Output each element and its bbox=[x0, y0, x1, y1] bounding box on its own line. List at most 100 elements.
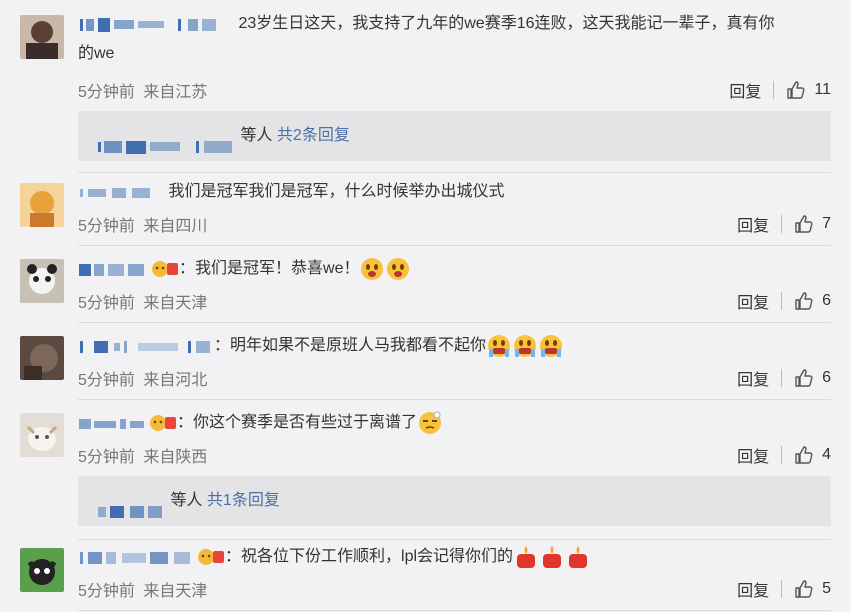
like-button[interactable]: 11 bbox=[786, 80, 831, 100]
divider bbox=[781, 292, 783, 310]
colon: ： bbox=[177, 414, 194, 431]
emoji-icon bbox=[569, 545, 588, 568]
comment-text: ：我们是冠军！恭喜we！ bbox=[78, 254, 827, 284]
emoji-icon bbox=[361, 257, 384, 280]
comment-body: 明年如果不是原班人马我都看不起你 bbox=[230, 337, 487, 354]
location: 来自四川 bbox=[143, 218, 208, 235]
like-button[interactable]: 4 bbox=[794, 445, 831, 465]
avatar[interactable] bbox=[20, 183, 64, 227]
like-count: 5 bbox=[822, 580, 831, 597]
username[interactable] bbox=[78, 260, 148, 278]
emoji-icon bbox=[514, 334, 537, 357]
like-button[interactable]: 6 bbox=[794, 291, 831, 311]
divider bbox=[78, 539, 831, 540]
reply-usernames bbox=[96, 492, 166, 518]
divider bbox=[773, 81, 775, 99]
reply-suffix: 等人 bbox=[170, 492, 203, 509]
comment-meta: 5分钟前 来自陕西 bbox=[78, 443, 207, 467]
location: 来自江苏 bbox=[143, 84, 208, 101]
reply-button[interactable]: 回复 bbox=[737, 577, 769, 601]
comment-text: 23岁生日这天，我支持了九年的we赛季16连败，这天我能记一辈子，真有你 的we bbox=[78, 9, 827, 69]
colon: ： bbox=[214, 337, 231, 354]
colon: ： bbox=[225, 548, 242, 565]
reply-button[interactable]: 回复 bbox=[737, 212, 769, 236]
comment-actions: 回复 11 bbox=[729, 78, 831, 102]
comment-text: ：明年如果不是原班人马我都看不起你 bbox=[78, 331, 827, 361]
comment-meta: 5分钟前 来自河北 bbox=[78, 366, 207, 390]
comment-body-cont: 的we bbox=[78, 45, 115, 62]
reply-button[interactable]: 回复 bbox=[737, 443, 769, 467]
comment-meta: 5分钟前 来自天津 bbox=[78, 577, 207, 601]
like-count: 7 bbox=[822, 215, 831, 232]
timestamp: 5分钟前 bbox=[78, 372, 135, 389]
username[interactable] bbox=[78, 337, 214, 355]
divider bbox=[78, 322, 831, 323]
emoji-icon bbox=[540, 334, 563, 357]
vip-badge-icon bbox=[150, 414, 176, 431]
thumbs-up-icon bbox=[795, 446, 813, 464]
like-count: 6 bbox=[822, 292, 831, 309]
comment-body: 23岁生日这天，我支持了九年的we赛季16连败，这天我能记一辈子，真有你 bbox=[238, 15, 775, 32]
divider bbox=[78, 245, 831, 246]
comment-actions: 回复 5 bbox=[737, 577, 831, 601]
comment-body: 我们是冠军我们是冠军，什么时候举办出城仪式 bbox=[168, 183, 505, 200]
divider bbox=[78, 610, 831, 611]
like-button[interactable]: 6 bbox=[794, 368, 831, 388]
reply-suffix: 等人 bbox=[240, 127, 273, 144]
username[interactable] bbox=[78, 183, 158, 201]
avatar[interactable] bbox=[20, 259, 64, 303]
thumbs-up-icon bbox=[795, 292, 813, 310]
username[interactable] bbox=[78, 548, 194, 566]
comment-text: 我们是冠军我们是冠军，什么时候举办出城仪式 bbox=[78, 177, 827, 207]
divider bbox=[78, 399, 831, 400]
like-count: 11 bbox=[814, 81, 831, 98]
vip-badge-icon bbox=[152, 260, 178, 277]
view-replies-link[interactable]: 共2条回复 bbox=[277, 127, 350, 144]
sub-replies[interactable]: 等人 共1条回复 bbox=[78, 476, 831, 526]
emoji-icon bbox=[387, 257, 410, 280]
reply-button[interactable]: 回复 bbox=[737, 366, 769, 390]
emoji-icon bbox=[543, 545, 562, 568]
emoji-icon bbox=[419, 411, 442, 434]
comment-text: ：你这个赛季是否有些过于离谱了 bbox=[78, 408, 827, 438]
avatar[interactable] bbox=[20, 15, 64, 59]
divider bbox=[781, 580, 783, 598]
like-button[interactable]: 7 bbox=[794, 214, 831, 234]
reply-usernames bbox=[96, 127, 236, 154]
thumbs-up-icon bbox=[795, 369, 813, 387]
reply-button[interactable]: 回复 bbox=[729, 78, 761, 102]
view-replies-link[interactable]: 共1条回复 bbox=[207, 492, 280, 509]
thumbs-up-icon bbox=[795, 580, 813, 598]
timestamp: 5分钟前 bbox=[78, 449, 135, 466]
username[interactable] bbox=[78, 15, 228, 33]
like-button[interactable]: 5 bbox=[794, 579, 831, 599]
comment-body: 祝各位下份工作顺利，lpl会记得你们的 bbox=[241, 548, 514, 565]
avatar[interactable] bbox=[20, 336, 64, 380]
comment-actions: 回复 6 bbox=[737, 366, 831, 390]
comment-meta: 5分钟前 来自四川 bbox=[78, 212, 207, 236]
reply-button[interactable]: 回复 bbox=[737, 289, 769, 313]
emoji-icon bbox=[517, 545, 536, 568]
avatar[interactable] bbox=[20, 548, 64, 592]
timestamp: 5分钟前 bbox=[78, 583, 135, 600]
comment-body: 我们是冠军！恭喜we！ bbox=[195, 260, 360, 277]
vip-badge-icon bbox=[198, 548, 224, 565]
divider bbox=[781, 215, 783, 233]
timestamp: 5分钟前 bbox=[78, 84, 135, 101]
divider bbox=[781, 446, 783, 464]
thumbs-up-icon bbox=[787, 81, 805, 99]
divider bbox=[781, 369, 783, 387]
like-count: 4 bbox=[822, 446, 831, 463]
divider bbox=[78, 172, 831, 173]
avatar[interactable] bbox=[20, 413, 64, 457]
timestamp: 5分钟前 bbox=[78, 295, 135, 312]
comment-text: ：祝各位下份工作顺利，lpl会记得你们的 bbox=[78, 542, 827, 572]
comment-meta: 5分钟前 来自江苏 bbox=[78, 78, 207, 102]
location: 来自陕西 bbox=[143, 449, 208, 466]
thumbs-up-icon bbox=[795, 215, 813, 233]
location: 来自天津 bbox=[143, 583, 208, 600]
username[interactable] bbox=[78, 414, 146, 432]
sub-replies[interactable]: 等人 共2条回复 bbox=[78, 111, 831, 161]
comment-body: 你这个赛季是否有些过于离谱了 bbox=[193, 414, 418, 431]
colon: ： bbox=[179, 260, 196, 277]
